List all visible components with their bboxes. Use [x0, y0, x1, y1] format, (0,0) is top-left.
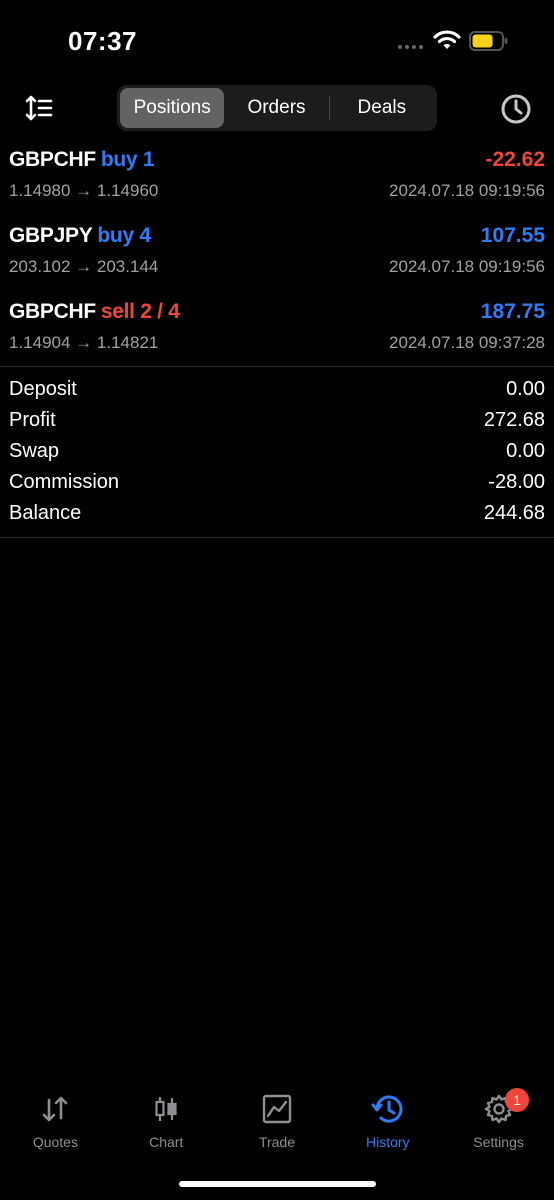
tab-label: History	[366, 1134, 410, 1150]
position-symbol-label: GBPCHF buy 1	[9, 148, 155, 172]
home-indicator	[179, 1181, 376, 1187]
position-symbol-label: GBPJPY buy 4	[9, 224, 151, 248]
wifi-icon	[433, 30, 461, 49]
position-prices: 1.14904 → 1.14821	[9, 333, 159, 352]
position-time: 2024.07.18 09:19:56	[389, 181, 545, 200]
commission-value: -28.00	[488, 471, 545, 493]
tab-label: Chart	[149, 1134, 184, 1150]
balance-value: 244.68	[483, 502, 545, 524]
tab-settings[interactable]: Settings 1	[443, 1086, 554, 1156]
tab-positions[interactable]: Positions	[120, 88, 225, 128]
quotes-icon	[43, 1096, 68, 1122]
position-symbol: GBPCHF	[9, 300, 96, 323]
trade-icon	[262, 1094, 292, 1124]
tab-quotes[interactable]: Quotes	[0, 1086, 111, 1156]
position-profit: -22.62	[485, 148, 545, 171]
position-time: 2024.07.18 09:19:56	[389, 257, 545, 276]
bottom-tab-bar: Quotes Chart Trade History Settings 1	[0, 1086, 554, 1156]
notification-badge: 1	[505, 1088, 530, 1112]
summary-row-profit: Profit 272.68	[0, 407, 554, 438]
summary-row-balance: Balance 244.68	[0, 500, 554, 531]
position-time: 2024.07.18 09:37:28	[389, 333, 545, 352]
position-side: sell 2 / 4	[100, 300, 180, 323]
chart-icon	[155, 1097, 177, 1121]
tab-chart[interactable]: Chart	[111, 1086, 222, 1156]
position-prices: 203.102 → 203.144	[9, 257, 159, 276]
profit-label: Profit	[9, 409, 56, 431]
swap-label: Swap	[9, 440, 60, 462]
summary-row-deposit: Deposit 0.00	[0, 376, 554, 407]
position-side: buy 4	[97, 224, 151, 247]
toolbar: Positions Orders Deals	[0, 80, 554, 136]
position-row[interactable]: GBPCHF sell 2 / 4 1.14904 → 1.14821 187.7…	[0, 292, 554, 368]
tab-orders[interactable]: Orders	[224, 88, 328, 128]
status-time: 07:37	[68, 26, 137, 56]
segmented-control: Positions Orders Deals	[117, 85, 437, 131]
battery-icon	[469, 31, 508, 51]
tab-label: Quotes	[32, 1134, 78, 1150]
profit-value: 272.68	[483, 409, 545, 431]
status-bar: 07:37	[0, 0, 554, 80]
positions-list: GBPCHF buy 1 1.14980 → 1.14960 -22.62 202…	[0, 140, 554, 368]
sort-icon[interactable]	[24, 94, 54, 122]
commission-label: Commission	[9, 471, 120, 493]
section-divider	[0, 366, 554, 367]
tab-history[interactable]: History	[332, 1086, 443, 1156]
position-profit: 107.55	[480, 224, 545, 247]
summary-row-commission: Commission -28.00	[0, 469, 554, 500]
balance-label: Balance	[9, 502, 82, 524]
summary-row-swap: Swap 0.00	[0, 438, 554, 469]
history-clock-icon[interactable]	[500, 93, 532, 125]
tab-deals[interactable]: Deals	[330, 88, 434, 128]
section-divider	[0, 537, 554, 538]
cellular-signal-icon	[398, 45, 423, 49]
position-profit: 187.75	[480, 300, 545, 323]
position-prices: 1.14980 → 1.14960	[9, 181, 159, 200]
history-icon	[371, 1095, 403, 1123]
position-symbol-label: GBPCHF sell 2 / 4	[9, 300, 180, 324]
tab-label: Settings	[473, 1134, 524, 1150]
swap-value: 0.00	[506, 440, 545, 462]
position-row[interactable]: GBPCHF buy 1 1.14980 → 1.14960 -22.62 202…	[0, 140, 554, 216]
tab-trade[interactable]: Trade	[222, 1086, 333, 1156]
account-summary: Deposit 0.00 Profit 272.68 Swap 0.00 Com…	[0, 376, 554, 531]
position-row[interactable]: GBPJPY buy 4 203.102 → 203.144 107.55 202…	[0, 216, 554, 292]
tab-label: Trade	[258, 1134, 296, 1150]
deposit-label: Deposit	[9, 378, 77, 400]
position-symbol: GBPCHF	[9, 148, 96, 171]
position-symbol: GBPJPY	[9, 224, 93, 247]
deposit-value: 0.00	[506, 378, 545, 400]
position-side: buy 1	[100, 148, 155, 171]
